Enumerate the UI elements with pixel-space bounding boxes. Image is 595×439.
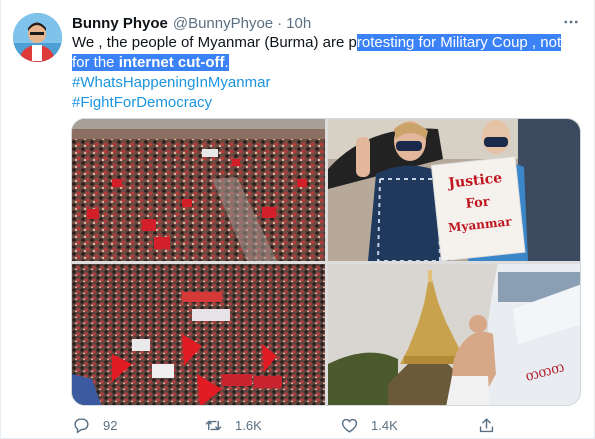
hashtag-fightfordemocracy[interactable]: #FightForDemocracy — [72, 93, 582, 113]
like-count: 1.4K — [371, 417, 398, 433]
photo-justice-sign[interactable]: Justice For Myanmar — [328, 119, 580, 261]
selected-text-2: for the internet cut-off. — [72, 54, 229, 71]
like-button[interactable]: 1.4K — [340, 413, 398, 437]
selected-text-2-start: for the — [72, 54, 119, 71]
action-bar: 92 1.6K 1.4K — [72, 413, 542, 437]
sign-text-for: For — [465, 195, 491, 212]
avatar[interactable] — [13, 13, 62, 62]
like-icon — [341, 418, 358, 433]
tweet-text-plain: We , the people of Myanmar (Burma) are p — [72, 34, 357, 51]
separator-dot: · — [277, 14, 283, 32]
display-name[interactable]: Bunny Phyoe — [72, 15, 168, 32]
selected-text: rotesting for Military Coup , not — [356, 34, 562, 51]
reply-count: 92 — [103, 417, 118, 433]
retweet-icon — [205, 420, 222, 430]
timestamp[interactable]: 10h — [286, 15, 311, 32]
tweet-text-line-1: We , the people of Myanmar (Burma) are p… — [72, 33, 582, 53]
selected-text-bold: internet cut-off — [118, 54, 225, 71]
photo-pagoda[interactable]: ᦎᦎᦎ — [328, 264, 580, 405]
selected-text-2-end: . — [224, 54, 229, 71]
share-button[interactable] — [477, 413, 508, 437]
reply-button[interactable]: 92 — [72, 413, 117, 437]
tweet-text: We , the people of Myanmar (Burma) are p… — [72, 33, 582, 113]
media-grid: Justice For Myanmar ᦎᦎᦎ — [71, 118, 581, 406]
hashtag-whatshappeninginmyanmar[interactable]: #WhatsHappeningInMyanmar — [72, 73, 582, 93]
more-icon[interactable] — [562, 13, 580, 31]
tweet-card[interactable]: Bunny Phyoe @BunnyPhyoe · 10h We , the p… — [0, 0, 595, 439]
photo-protest-crowd-1[interactable] — [72, 119, 325, 261]
retweet-button[interactable]: 1.6K — [204, 413, 262, 437]
retweet-count: 1.6K — [235, 417, 262, 433]
share-icon — [479, 417, 494, 432]
user-handle[interactable]: @BunnyPhyoe — [173, 15, 273, 32]
reply-icon — [74, 417, 89, 434]
photo-protest-crowd-2[interactable] — [72, 264, 325, 405]
tweet-text-line-2: for the internet cut-off. — [72, 53, 582, 73]
tweet-header: Bunny Phyoe @BunnyPhyoe · 10h — [72, 13, 311, 33]
